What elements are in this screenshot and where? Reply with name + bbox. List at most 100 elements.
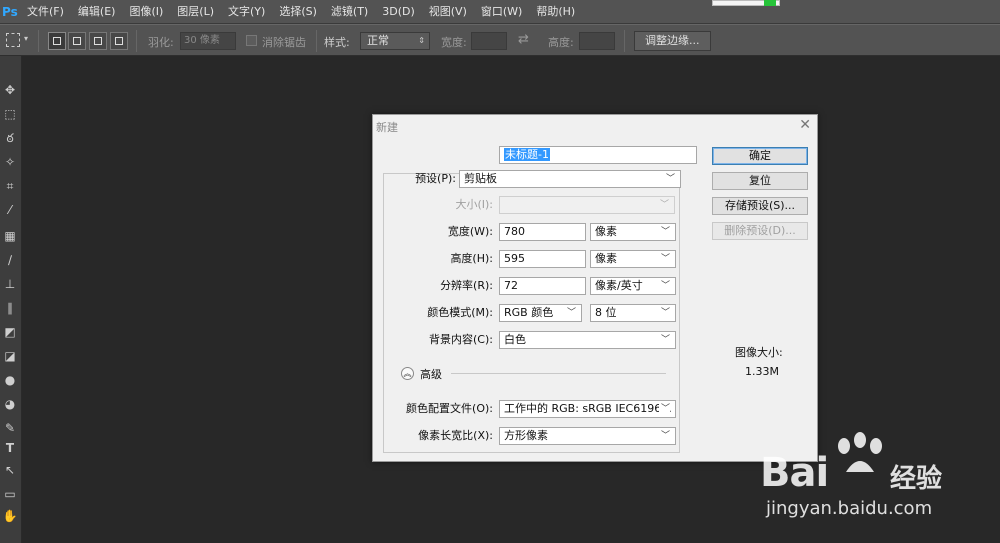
eyedropper-icon[interactable]: ⁄ xyxy=(2,202,18,218)
subtract-selection-icon xyxy=(94,37,102,45)
menu-view[interactable]: 视图(V) xyxy=(422,0,474,24)
width-unit-select[interactable]: 像素 ﹀ xyxy=(590,223,676,241)
separator xyxy=(624,30,625,52)
magic-wand-icon[interactable]: ✧ xyxy=(2,154,18,170)
menu-window[interactable]: 窗口(W) xyxy=(474,0,529,24)
style-select[interactable]: 正常 ⇕ xyxy=(360,32,430,50)
new-selection-button[interactable] xyxy=(48,32,66,50)
marquee-tool-icon[interactable] xyxy=(6,33,20,47)
dialog-title: 新建 xyxy=(376,121,398,134)
pixel-aspect-select[interactable]: 方形像素 ﹀ xyxy=(499,427,676,445)
pixel-aspect-label: 像素长宽比(X): xyxy=(418,429,493,442)
color-profile-label: 颜色配置文件(O): xyxy=(406,402,493,415)
preset-label: 预设(P): xyxy=(415,172,456,185)
new-document-dialog: 新建 ✕ 未标题-1 预设(P): 剪贴板 ﹀ 大小(I): ﹀ 宽度(W): … xyxy=(372,114,818,462)
path-select-icon[interactable]: ↖ xyxy=(2,462,18,478)
background-select[interactable]: 白色 ﹀ xyxy=(499,331,676,349)
menu-filter[interactable]: 滤镜(T) xyxy=(324,0,375,24)
preset-value: 剪贴板 xyxy=(464,172,497,185)
chevron-down-icon: ﹀ xyxy=(660,431,670,441)
feather-label: 羽化: xyxy=(148,36,174,49)
style-label: 样式: xyxy=(324,36,350,49)
marquee-tool-icon[interactable]: ⬚ xyxy=(2,106,18,122)
color-mode-select[interactable]: RGB 颜色 ﹀ xyxy=(499,304,582,322)
tool-preset-chevron-icon[interactable]: ▾ xyxy=(24,34,28,43)
background-label: 背景内容(C): xyxy=(429,333,493,346)
menu-type[interactable]: 文字(Y) xyxy=(221,0,272,24)
save-preset-button[interactable]: 存储预设(S)... xyxy=(712,197,808,215)
paw-icon xyxy=(838,432,882,472)
stamp-tool-icon[interactable]: ⊥ xyxy=(2,276,18,292)
advanced-label: 高级 xyxy=(420,368,442,381)
height-input[interactable]: 595 xyxy=(499,250,586,268)
resolution-unit-value: 像素/英寸 xyxy=(595,279,643,292)
menu-edit[interactable]: 编辑(E) xyxy=(71,0,123,24)
chevron-down-icon: ﹀ xyxy=(660,308,670,318)
resolution-unit-select[interactable]: 像素/英寸 ﹀ xyxy=(590,277,676,295)
ps-logo: Ps xyxy=(2,4,18,19)
move-tool-icon[interactable]: ✥ xyxy=(2,82,18,98)
width-unit-value: 像素 xyxy=(595,225,617,238)
color-mode-value: RGB 颜色 xyxy=(504,306,554,319)
eraser-tool-icon[interactable]: ◩ xyxy=(2,324,18,340)
width-input[interactable] xyxy=(471,32,507,50)
document-name-value: 未标题-1 xyxy=(504,148,550,161)
bit-depth-select[interactable]: 8 位 ﹀ xyxy=(590,304,676,322)
pixel-aspect-value: 方形像素 xyxy=(504,429,548,442)
height-input[interactable] xyxy=(579,32,615,50)
blur-tool-icon[interactable]: ● xyxy=(2,372,18,388)
color-profile-select[interactable]: 工作中的 RGB: sRGB IEC6196... ﹀ xyxy=(499,400,676,418)
color-profile-value: 工作中的 RGB: sRGB IEC6196... xyxy=(504,402,672,415)
jingyan-logo-text: 经验 xyxy=(890,464,943,494)
feather-input[interactable]: 30 像素 xyxy=(180,32,236,50)
menu-file[interactable]: 文件(F) xyxy=(20,0,71,24)
intersect-selection-button[interactable] xyxy=(110,32,128,50)
advanced-divider xyxy=(451,373,666,374)
swap-icon[interactable]: ⇄ xyxy=(518,32,529,47)
refine-edge-button[interactable]: 调整边缘... xyxy=(634,31,711,51)
width-label: 宽度(W): xyxy=(447,225,493,238)
height-unit-select[interactable]: 像素 ﹀ xyxy=(590,250,676,268)
brush-tool-icon[interactable]: ∕ xyxy=(2,252,18,268)
close-icon[interactable]: ✕ xyxy=(799,117,811,133)
width-input[interactable]: 780 xyxy=(499,223,586,241)
shape-tool-icon[interactable]: ▭ xyxy=(2,486,18,502)
top-overlay-green xyxy=(764,0,776,6)
separator xyxy=(38,30,39,52)
chevron-down-icon: ﹀ xyxy=(660,281,670,291)
separator xyxy=(316,30,317,52)
advanced-toggle-icon[interactable]: ︽ xyxy=(401,367,414,380)
resolution-input[interactable]: 72 xyxy=(499,277,586,295)
crop-tool-icon[interactable]: ⌗ xyxy=(2,178,18,194)
add-selection-button[interactable] xyxy=(68,32,86,50)
menu-layer[interactable]: 图层(L) xyxy=(170,0,221,24)
dodge-tool-icon[interactable]: ◕ xyxy=(2,396,18,412)
history-brush-icon[interactable]: ∥ xyxy=(2,300,18,316)
subtract-selection-button[interactable] xyxy=(89,32,107,50)
healing-brush-icon[interactable]: ▦ xyxy=(2,228,18,244)
document-name-input[interactable]: 未标题-1 xyxy=(499,146,697,164)
paint-bucket-icon[interactable]: ◪ xyxy=(2,348,18,364)
menu-help[interactable]: 帮助(H) xyxy=(529,0,582,24)
chevron-down-icon: ﹀ xyxy=(660,254,670,264)
chevron-down-icon: ﹀ xyxy=(660,335,670,345)
ok-button[interactable]: 确定 xyxy=(712,147,808,165)
lasso-tool-icon[interactable]: ఠ xyxy=(2,130,18,146)
menu-3d[interactable]: 3D(D) xyxy=(375,0,422,24)
size-select[interactable]: ﹀ xyxy=(499,196,675,214)
type-tool-icon[interactable]: T xyxy=(2,440,18,456)
image-size-label: 图像大小: xyxy=(735,346,783,359)
options-bar: ▾ 羽化: 30 像素 消除锯齿 样式: 正常 ⇕ 宽度: ⇄ 高度: 调整边缘… xyxy=(0,24,1000,56)
chevron-down-icon: ﹀ xyxy=(566,308,576,318)
menu-image[interactable]: 图像(I) xyxy=(122,0,170,24)
hand-tool-icon[interactable]: ✋ xyxy=(2,508,18,524)
menu-select[interactable]: 选择(S) xyxy=(272,0,324,24)
delete-preset-button[interactable]: 删除预设(D)... xyxy=(712,222,808,240)
height-label: 高度(H): xyxy=(450,252,493,265)
height-unit-value: 像素 xyxy=(595,252,617,265)
reset-button[interactable]: 复位 xyxy=(712,172,808,190)
intersect-selection-icon xyxy=(115,37,123,45)
pen-tool-icon[interactable]: ✎ xyxy=(2,420,18,436)
preset-select[interactable]: 剪贴板 ﹀ xyxy=(459,170,681,188)
antialias-checkbox[interactable] xyxy=(246,35,257,46)
